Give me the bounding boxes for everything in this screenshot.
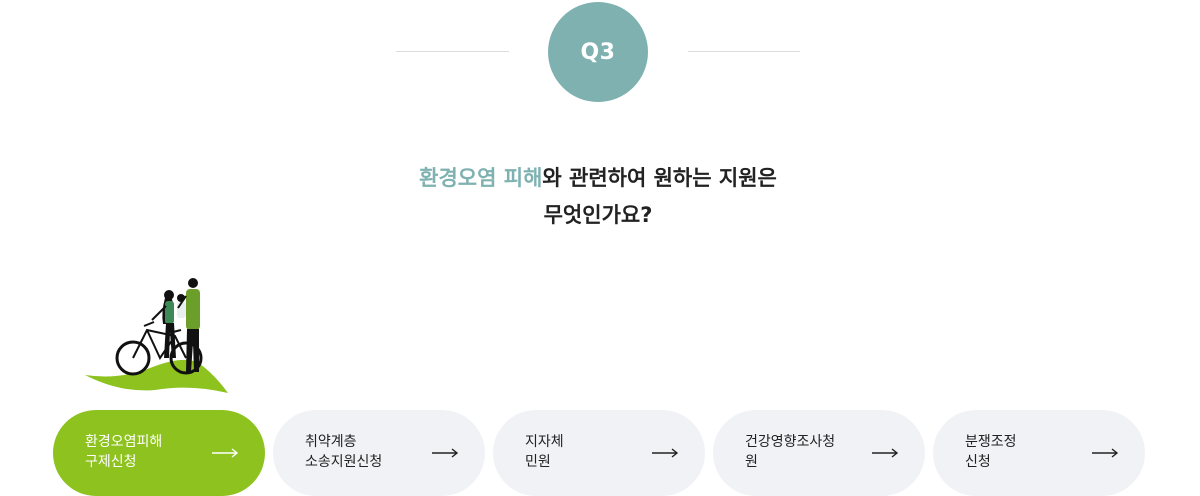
question-text: 환경오염 피해와 관련하여 원하는 지원은 무엇인가요? [300, 160, 896, 234]
option-label: 지자체 민원 [525, 432, 645, 472]
option-label-line1: 환경오염피해 [85, 434, 163, 450]
divider-left [396, 51, 509, 52]
option-label-line2: 신청 [965, 454, 991, 470]
option-label-line2: 민원 [525, 454, 551, 470]
question-line2: 무엇인가요? [543, 203, 653, 227]
option-vulnerable-litigation-support[interactable]: 취약계층 소송지원신청 [273, 410, 485, 496]
option-label: 취약계층 소송지원신청 [305, 432, 425, 472]
arrow-right-icon [212, 448, 239, 458]
arrow-right-icon [652, 448, 679, 458]
option-label: 분쟁조정 신청 [965, 432, 1085, 472]
question-line1-rest: 와 관련하여 원하는 지원은 [542, 166, 777, 190]
option-environmental-damage-relief[interactable]: 환경오염피해 구제신청 [53, 410, 265, 496]
option-label-line2: 구제신청 [85, 454, 137, 470]
option-label: 건강영향조사청 원 [745, 432, 865, 472]
option-label-line2: 원 [745, 454, 758, 470]
question-highlight: 환경오염 피해 [419, 166, 543, 190]
option-label-line1: 지자체 [525, 434, 564, 450]
divider-right [688, 51, 800, 52]
option-dispute-mediation-request[interactable]: 분쟁조정 신청 [933, 410, 1145, 496]
option-label-line1: 건강영향조사청 [745, 434, 836, 450]
option-label-line2: 소송지원신청 [305, 454, 383, 470]
question-number-badge: Q3 [548, 2, 648, 102]
family-bicycle-illustration [85, 278, 228, 393]
arrow-right-icon [432, 448, 459, 458]
option-local-government-complaint[interactable]: 지자체 민원 [493, 410, 705, 496]
arrow-right-icon [872, 448, 899, 458]
option-label-line1: 분쟁조정 [965, 434, 1017, 450]
arrow-right-icon [1092, 448, 1119, 458]
option-health-impact-survey-petition[interactable]: 건강영향조사청 원 [713, 410, 925, 496]
option-label: 환경오염피해 구제신청 [85, 432, 205, 472]
option-label-line1: 취약계층 [305, 434, 357, 450]
